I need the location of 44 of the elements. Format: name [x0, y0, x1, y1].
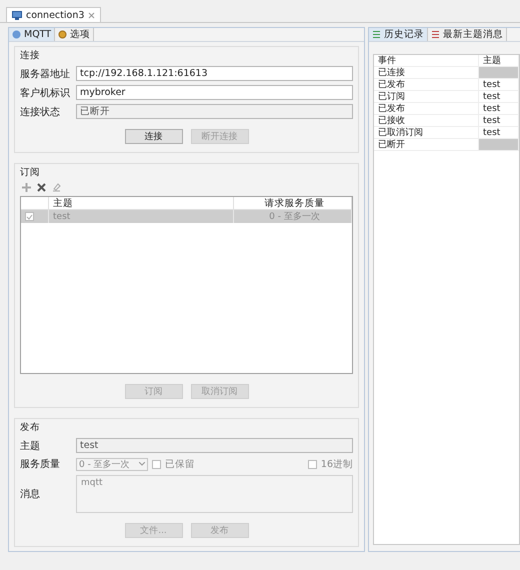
- table-cell: 已接收: [374, 115, 479, 127]
- checkbox[interactable]: [25, 212, 34, 221]
- table-cell: 已连接: [374, 67, 479, 79]
- table-cell: test: [49, 210, 234, 223]
- action-button[interactable]: 连接: [124, 129, 182, 144]
- table-cell: 已断开: [374, 139, 479, 151]
- field-label: 消息: [20, 488, 41, 501]
- checkbox-label: 16进制: [320, 458, 353, 470]
- table-cell: 已发布: [374, 103, 479, 115]
- table-cell: 已发布: [374, 79, 479, 91]
- caret-icon: [139, 462, 145, 466]
- text-field[interactable]: mybroker: [76, 85, 353, 100]
- field-label: 服务质量: [20, 458, 61, 471]
- checkbox[interactable]: [308, 460, 317, 468]
- eraser-icon[interactable]: [52, 183, 61, 192]
- add-icon[interactable]: [22, 183, 31, 192]
- monitor-icon: [12, 10, 22, 20]
- table-cell: 已订阅: [374, 91, 479, 103]
- table-cell: test: [479, 91, 519, 103]
- editor-tab[interactable]: connection3: [6, 7, 102, 22]
- close-icon[interactable]: [88, 12, 96, 18]
- table-cell: 已取消订阅: [374, 127, 479, 139]
- text-field[interactable]: tcp://192.168.1.121:61613: [76, 66, 353, 81]
- qos-dropdown[interactable]: 0 - 至多一次: [76, 458, 148, 470]
- table-cell: test: [479, 127, 519, 139]
- field-label: 主题: [20, 440, 41, 452]
- field-label: 连接状态: [20, 106, 61, 118]
- delete-icon[interactable]: [37, 183, 46, 192]
- field-label: 客户机标识: [20, 86, 71, 100]
- table-cell: test: [479, 103, 519, 115]
- checkbox[interactable]: [152, 460, 161, 468]
- column-header: 事件: [374, 55, 479, 67]
- checkbox-label: 已保留: [165, 458, 196, 470]
- group-title: 发布: [20, 421, 41, 434]
- panel-tab[interactable]: 历史记录: [369, 28, 428, 41]
- list-icon: [431, 30, 440, 39]
- table-cell: test: [479, 115, 519, 127]
- table-cell: test: [479, 79, 519, 91]
- list-icon: [372, 30, 381, 39]
- column-header: 主题: [479, 55, 519, 67]
- field-label: 服务器地址: [20, 68, 71, 80]
- panel-tab[interactable]: MQTT: [9, 28, 56, 41]
- group-title: 订阅: [20, 166, 41, 179]
- group-title: 连接: [20, 49, 41, 62]
